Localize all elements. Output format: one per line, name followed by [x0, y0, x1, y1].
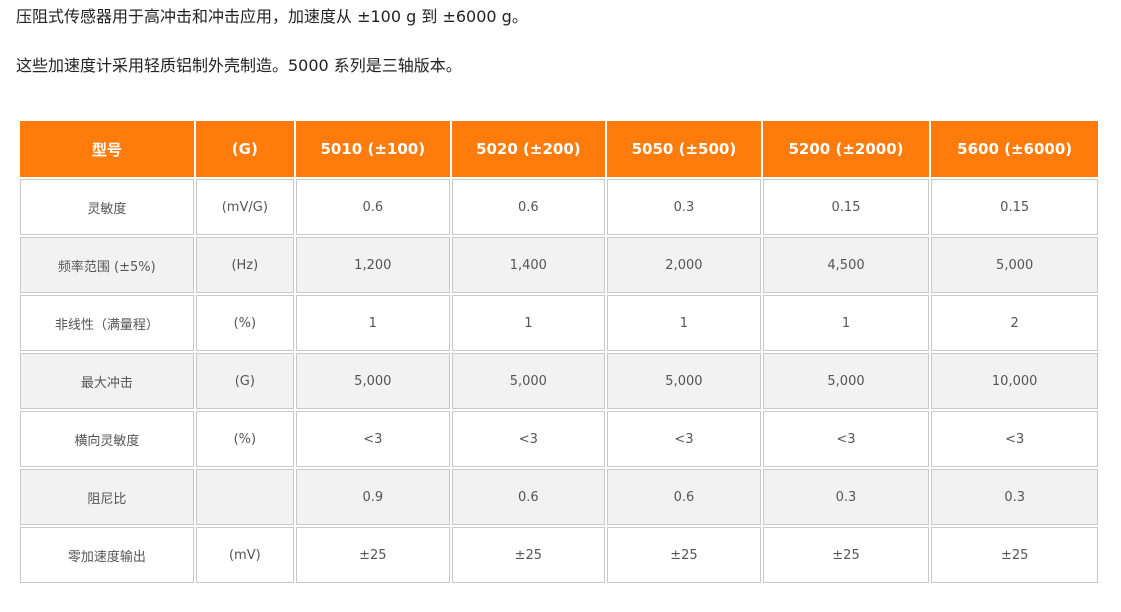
- header-5020: 5020 (±200): [451, 121, 606, 177]
- header-model: 型号: [20, 121, 194, 177]
- table-cell: ±25: [451, 527, 606, 583]
- header-unit: (G): [195, 121, 294, 177]
- row-unit: (G): [195, 353, 294, 409]
- table-cell: 1: [607, 295, 761, 351]
- table-row: 阻尼比 0.9 0.6 0.6 0.3 0.3: [20, 469, 1098, 525]
- table-cell: 0.6: [607, 469, 761, 525]
- table-cell: 1: [296, 295, 450, 351]
- header-5600: 5600 (±6000): [931, 121, 1098, 177]
- table-cell: ±25: [762, 527, 930, 583]
- table-row: 零加速度输出 (mV) ±25 ±25 ±25 ±25 ±25: [20, 527, 1098, 583]
- table-header-row: 型号 (G) 5010 (±100) 5020 (±200) 5050 (±50…: [20, 121, 1098, 177]
- row-unit: (mV/G): [195, 179, 294, 235]
- table-cell: <3: [607, 411, 761, 467]
- table-cell: 5,000: [762, 353, 930, 409]
- row-label: 零加速度输出: [20, 527, 194, 583]
- table-cell: 2,000: [607, 237, 761, 293]
- header-5010: 5010 (±100): [296, 121, 450, 177]
- table-cell: <3: [931, 411, 1098, 467]
- row-unit: [195, 469, 294, 525]
- table-cell: 0.15: [931, 179, 1098, 235]
- table-cell: ±25: [931, 527, 1098, 583]
- intro-paragraph-2: 这些加速度计采用轻质铝制外壳制造。5000 系列是三轴版本。: [16, 56, 462, 75]
- row-unit: (mV): [195, 527, 294, 583]
- table-cell: 5,000: [931, 237, 1098, 293]
- table-cell: 0.6: [451, 179, 606, 235]
- table-cell: ±25: [607, 527, 761, 583]
- table-cell: ±25: [296, 527, 450, 583]
- row-unit: (%): [195, 295, 294, 351]
- table-cell: 0.6: [451, 469, 606, 525]
- row-unit: (%): [195, 411, 294, 467]
- row-unit: (Hz): [195, 237, 294, 293]
- table-cell: 1,400: [451, 237, 606, 293]
- table-cell: 4,500: [762, 237, 930, 293]
- table-row: 横向灵敏度 (%) <3 <3 <3 <3 <3: [20, 411, 1098, 467]
- table-cell: 0.6: [296, 179, 450, 235]
- intro-paragraph-1: 压阻式传感器用于高冲击和冲击应用，加速度从 ±100 g 到 ±6000 g。: [16, 7, 528, 26]
- spec-table: 型号 (G) 5010 (±100) 5020 (±200) 5050 (±50…: [18, 119, 1100, 585]
- table-cell: 0.3: [931, 469, 1098, 525]
- table-row: 最大冲击 (G) 5,000 5,000 5,000 5,000 10,000: [20, 353, 1098, 409]
- table-row: 灵敏度 (mV/G) 0.6 0.6 0.3 0.15 0.15: [20, 179, 1098, 235]
- table-cell: 1: [451, 295, 606, 351]
- table-cell: 1: [762, 295, 930, 351]
- header-5200: 5200 (±2000): [762, 121, 930, 177]
- table-row: 频率范围 (±5%) (Hz) 1,200 1,400 2,000 4,500 …: [20, 237, 1098, 293]
- table-cell: 10,000: [931, 353, 1098, 409]
- table-cell: 5,000: [451, 353, 606, 409]
- table-cell: 0.3: [607, 179, 761, 235]
- table-cell: <3: [451, 411, 606, 467]
- row-label: 最大冲击: [20, 353, 194, 409]
- table-row: 非线性（满量程） (%) 1 1 1 1 2: [20, 295, 1098, 351]
- row-label: 频率范围 (±5%): [20, 237, 194, 293]
- row-label: 阻尼比: [20, 469, 194, 525]
- table-cell: 2: [931, 295, 1098, 351]
- table-cell: <3: [296, 411, 450, 467]
- table-cell: 0.9: [296, 469, 450, 525]
- table-cell: 0.3: [762, 469, 930, 525]
- row-label: 非线性（满量程）: [20, 295, 194, 351]
- header-5050: 5050 (±500): [607, 121, 761, 177]
- table-cell: 1,200: [296, 237, 450, 293]
- table-cell: 0.15: [762, 179, 930, 235]
- table-cell: <3: [762, 411, 930, 467]
- table-cell: 5,000: [296, 353, 450, 409]
- row-label: 灵敏度: [20, 179, 194, 235]
- row-label: 横向灵敏度: [20, 411, 194, 467]
- table-cell: 5,000: [607, 353, 761, 409]
